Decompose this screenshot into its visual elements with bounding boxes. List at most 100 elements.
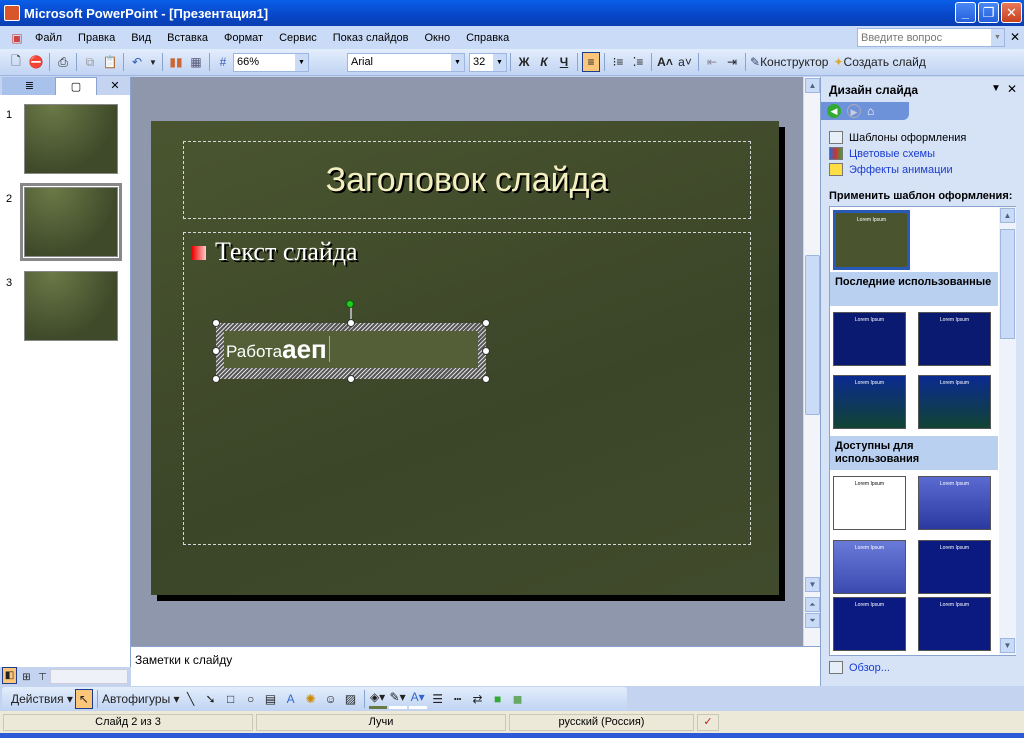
bulleted-list-icon[interactable]: ⁚≡ xyxy=(629,52,647,72)
dash-style-icon[interactable]: ┅ xyxy=(449,689,467,709)
home-icon[interactable]: ⌂ xyxy=(867,104,874,118)
font-select[interactable]: Arial ▼ xyxy=(347,52,465,72)
actions-menu[interactable]: Действия ▾ xyxy=(11,689,73,709)
decrease-indent-icon[interactable]: ⇤ xyxy=(703,52,721,72)
align-left-icon[interactable]: ≡ xyxy=(582,52,600,72)
rotate-handle[interactable] xyxy=(346,300,354,308)
oval-icon[interactable]: ○ xyxy=(242,689,260,709)
menu-slideshow[interactable]: Показ слайдов xyxy=(325,32,417,44)
3d-icon[interactable]: ◼ xyxy=(509,689,527,709)
scroll-down-icon[interactable]: ▼ xyxy=(805,577,820,592)
task-pane-close-icon[interactable]: ✕ xyxy=(1007,82,1017,96)
line-color-icon[interactable]: ✎▾ xyxy=(388,689,407,709)
increase-indent-icon[interactable]: ⇥ xyxy=(723,52,741,72)
resize-handle[interactable] xyxy=(212,347,220,355)
template-thumbnail[interactable]: Lorem Ipsum xyxy=(833,597,906,651)
color-schemes-link[interactable]: Цветовые схемы xyxy=(829,147,935,160)
template-thumbnail[interactable]: Lorem Ipsum xyxy=(918,597,991,651)
body-placeholder[interactable]: Текст слайда Работа аеп xyxy=(183,232,751,545)
scroll-up-icon[interactable]: ▲ xyxy=(1000,208,1015,223)
print-icon[interactable]: ⎙ xyxy=(54,52,72,72)
task-pane-menu-icon[interactable]: ▼ xyxy=(991,83,1001,94)
select-pointer-icon[interactable]: ↖ xyxy=(74,688,93,709)
menu-file[interactable]: Файл xyxy=(27,32,70,44)
menu-insert[interactable]: Вставка xyxy=(159,32,216,44)
menu-edit[interactable]: Правка xyxy=(70,32,123,44)
template-thumbnail[interactable]: Lorem Ipsum xyxy=(918,540,991,594)
new-slide-button[interactable]: ✦ Создать слайд xyxy=(833,52,925,72)
close-document-icon[interactable]: ✕ xyxy=(1010,30,1020,44)
vertical-scrollbar[interactable]: ▲ ▼ ⏶ ⏷ xyxy=(803,77,820,646)
template-thumbnail[interactable]: Lorem Ipsum xyxy=(918,375,991,429)
menu-tools[interactable]: Сервис xyxy=(271,32,325,44)
chart-icon[interactable]: ▮▮ xyxy=(167,52,185,72)
increase-font-icon[interactable]: A˄ xyxy=(656,52,674,72)
textbox-selection-frame[interactable]: Работа аеп xyxy=(212,319,490,383)
chevron-down-icon[interactable]: ▼ xyxy=(991,29,1004,46)
gallery-scrollbar[interactable]: ▲ ▼ xyxy=(999,207,1016,655)
slide-sorter-icon[interactable]: ⊞ xyxy=(19,667,34,687)
line-style-icon[interactable]: ☰ xyxy=(429,689,447,709)
new-icon[interactable]: 🗋 xyxy=(7,52,25,72)
font-size-select[interactable]: 32 ▼ xyxy=(469,52,507,72)
undo-dropdown-icon[interactable]: ▼ xyxy=(148,52,158,72)
close-button[interactable]: ✕ xyxy=(1001,2,1022,23)
normal-view-icon[interactable]: ◧ xyxy=(2,667,17,684)
resize-handle[interactable] xyxy=(212,319,220,327)
table-icon[interactable]: ▦ xyxy=(187,52,205,72)
template-thumbnail[interactable]: Lorem Ipsum xyxy=(918,476,991,530)
zoom-select[interactable]: 66% ▼ xyxy=(233,52,309,72)
spelling-icon[interactable]: ✓ xyxy=(697,714,719,731)
notes-pane[interactable]: Заметки к слайду xyxy=(131,646,820,686)
back-icon[interactable]: ◀ xyxy=(827,104,841,118)
italic-button[interactable]: К xyxy=(535,52,553,72)
picture-icon[interactable]: ▨ xyxy=(342,689,360,709)
scroll-thumb[interactable] xyxy=(1000,229,1015,339)
scroll-down-icon[interactable]: ▼ xyxy=(1000,638,1015,653)
textbox-icon[interactable]: ▤ xyxy=(262,689,280,709)
shadow-icon[interactable]: ■ xyxy=(489,689,507,709)
title-placeholder[interactable]: Заголовок слайда xyxy=(183,141,751,219)
line-icon[interactable]: ╲ xyxy=(182,689,200,709)
menu-window[interactable]: Окно xyxy=(417,32,459,44)
fill-color-icon[interactable]: ◈▾ xyxy=(368,689,387,709)
help-question-input[interactable]: Введите вопрос ▼ xyxy=(857,28,1005,47)
resize-handle[interactable] xyxy=(347,319,355,327)
menu-help[interactable]: Справка xyxy=(458,32,517,44)
underline-button[interactable]: Ч xyxy=(555,52,573,72)
forward-icon[interactable]: ▶ xyxy=(847,104,861,118)
diagram-icon[interactable]: ✺ xyxy=(302,689,320,709)
font-color-icon[interactable]: A▾ xyxy=(408,689,427,709)
numbered-list-icon[interactable]: ⁝≡ xyxy=(609,52,627,72)
resize-handle[interactable] xyxy=(212,375,220,383)
bold-button[interactable]: Ж xyxy=(515,52,533,72)
horizontal-scrollbar[interactable] xyxy=(50,669,128,684)
restore-button[interactable]: ❐ xyxy=(978,2,999,23)
slide-thumbnail-1[interactable] xyxy=(24,104,118,174)
close-pane-icon[interactable]: ✕ xyxy=(106,77,124,95)
previous-slide-icon[interactable]: ⏶ xyxy=(805,597,820,612)
copy-icon[interactable]: ⧉ xyxy=(81,52,99,72)
resize-handle[interactable] xyxy=(482,319,490,327)
template-thumbnail-current[interactable]: Lorem Ipsum xyxy=(833,210,910,270)
minimize-button[interactable]: _ xyxy=(955,2,976,23)
resize-handle[interactable] xyxy=(482,347,490,355)
template-thumbnail[interactable]: Lorem Ipsum xyxy=(918,312,991,366)
slide-thumbnail-2[interactable] xyxy=(20,183,122,261)
design-templates-link[interactable]: Шаблоны оформления xyxy=(829,131,966,144)
rectangle-icon[interactable]: □ xyxy=(222,689,240,709)
undo-icon[interactable]: ↶ xyxy=(128,52,146,72)
wordart-icon[interactable]: A xyxy=(282,689,300,709)
clipart-icon[interactable]: ☺ xyxy=(322,689,340,709)
grid-icon[interactable]: # xyxy=(214,52,232,72)
template-thumbnail[interactable]: Lorem Ipsum xyxy=(833,312,906,366)
menu-view[interactable]: Вид xyxy=(123,32,159,44)
scroll-thumb[interactable] xyxy=(805,255,820,415)
animation-effects-link[interactable]: Эффекты анимации xyxy=(829,163,953,176)
designer-button[interactable]: ✎ Конструктор xyxy=(750,52,828,72)
autoshapes-menu[interactable]: Автофигуры ▾ xyxy=(102,689,180,709)
paste-icon[interactable]: 📋 xyxy=(101,52,119,72)
tab-slides[interactable]: ▢ xyxy=(55,77,97,95)
tab-outline[interactable]: ≣ xyxy=(2,77,57,95)
browse-link[interactable]: Обзор... xyxy=(829,661,890,674)
